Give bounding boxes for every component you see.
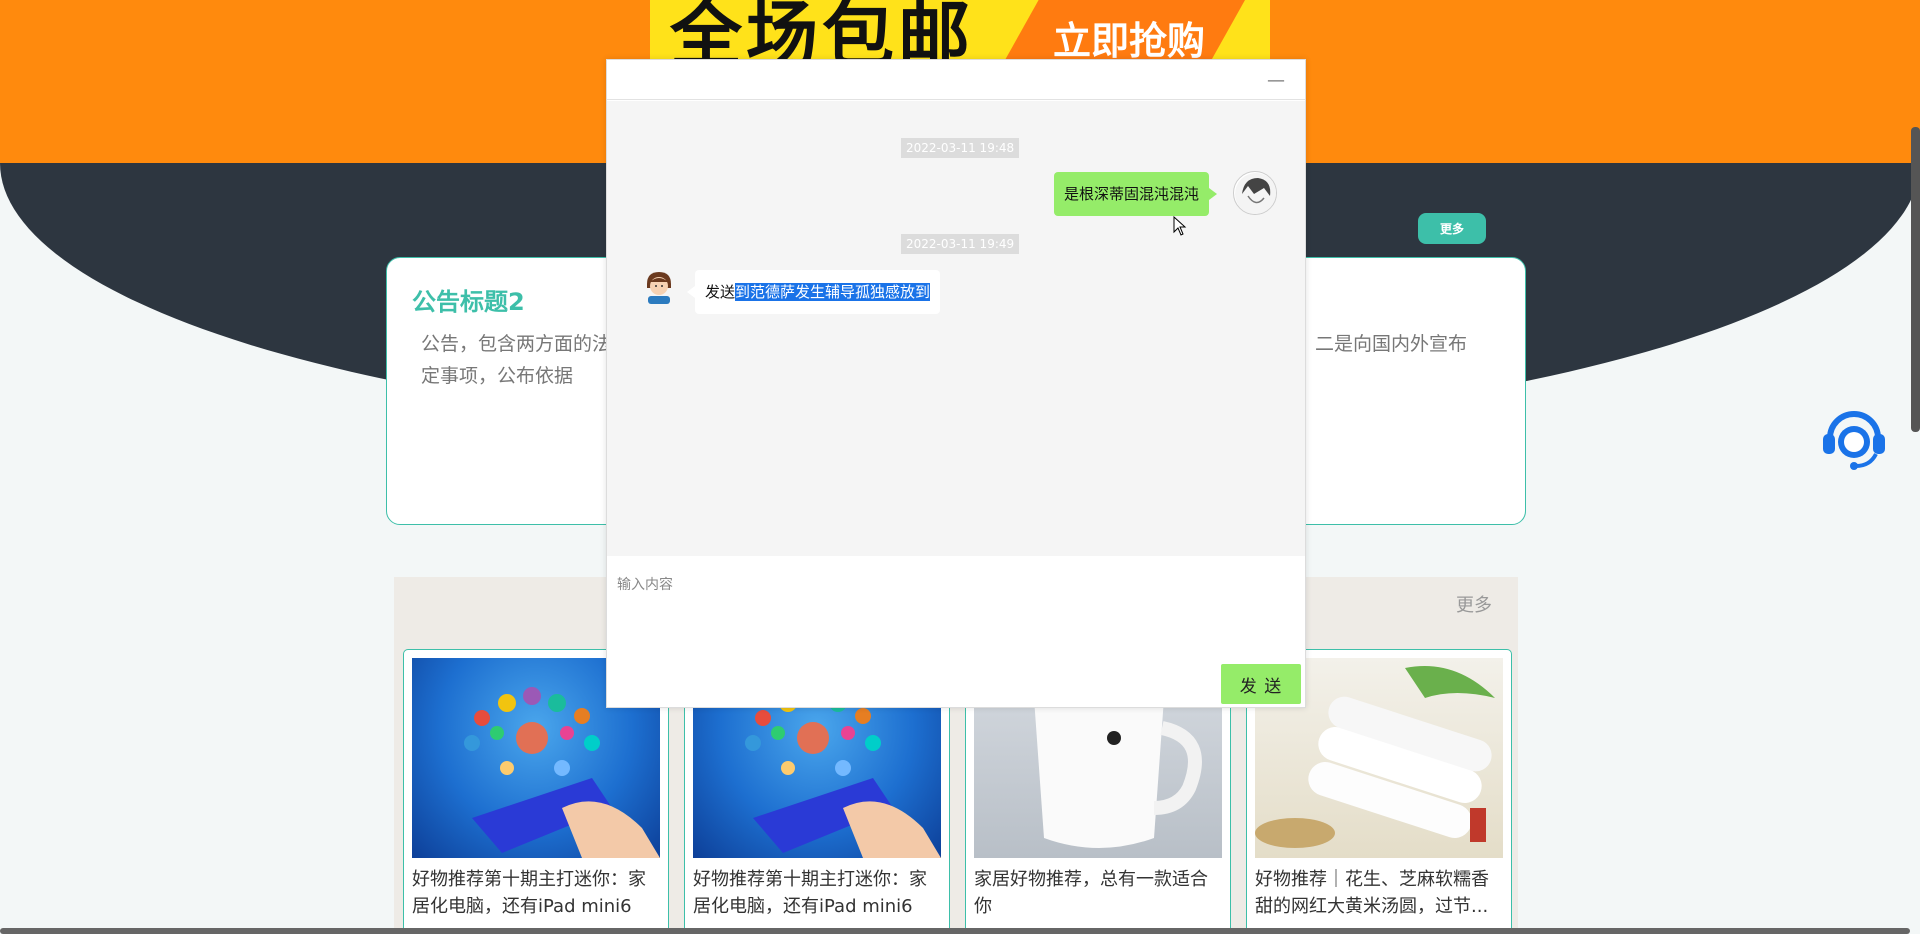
sent-message-bubble[interactable]: 是根深蒂固混沌混沌 — [1054, 172, 1218, 216]
agent-avatar — [644, 270, 674, 304]
promo-cta: 立即抢购 — [1053, 19, 1206, 60]
promo-headline: 全场包邮 — [670, 0, 975, 60]
product-title: 好物推荐第十期主打迷你：家居化电脑，还有iPad mini6 — [693, 869, 927, 917]
chat-dialog: — 2022-03-11 19:48 是根深蒂固混沌混沌 2022-03-11 … — [606, 59, 1306, 708]
message-timestamp: 2022-03-11 19:48 — [901, 138, 1020, 158]
horizontal-scrollbar[interactable] — [0, 928, 1910, 934]
chat-header: — — [607, 60, 1305, 100]
notice-text-left: 公告，包含两方面的法定事项，公布依据 — [421, 333, 612, 387]
user-avatar — [1233, 171, 1277, 215]
notice-text-right: 二是向国内外宣布 — [1315, 333, 1468, 355]
customer-service-icon[interactable] — [1814, 398, 1894, 478]
product-title: 好物推荐｜花生、芝麻软糯香甜的网红大黄米汤圆，过节... — [1255, 869, 1489, 917]
message-input[interactable] — [617, 565, 1217, 605]
product-title: 家居好物推荐，总有一款适合你 — [974, 869, 1208, 917]
promo-ad[interactable]: 全场包邮 立即抢购 — [650, 0, 1270, 60]
message-timestamp: 2022-03-11 19:49 — [901, 234, 1020, 254]
chat-messages[interactable]: 2022-03-11 19:48 是根深蒂固混沌混沌 2022-03-11 19… — [607, 101, 1305, 556]
notice-title: 公告标题2 — [412, 288, 525, 316]
vertical-scrollbar-thumb[interactable] — [1911, 127, 1920, 432]
selected-message-text: 到范德萨发生辅导孤独感放到 — [735, 283, 931, 301]
notice-more-button[interactable]: 更多 — [1418, 213, 1486, 244]
received-message-bubble[interactable]: 发送到范德萨发生辅导孤独感放到 — [686, 270, 941, 314]
products-more-link[interactable]: 更多 — [1456, 591, 1492, 617]
minimize-button[interactable]: — — [1267, 70, 1285, 91]
mouse-cursor-icon — [1173, 216, 1187, 236]
promo-tag: 立即抢购 — [1005, 0, 1245, 60]
message-text: 发送 — [705, 283, 736, 301]
product-title: 好物推荐第十期主打迷你：家居化电脑，还有iPad mini6 — [412, 869, 646, 917]
send-button[interactable]: 发 送 — [1221, 664, 1301, 704]
